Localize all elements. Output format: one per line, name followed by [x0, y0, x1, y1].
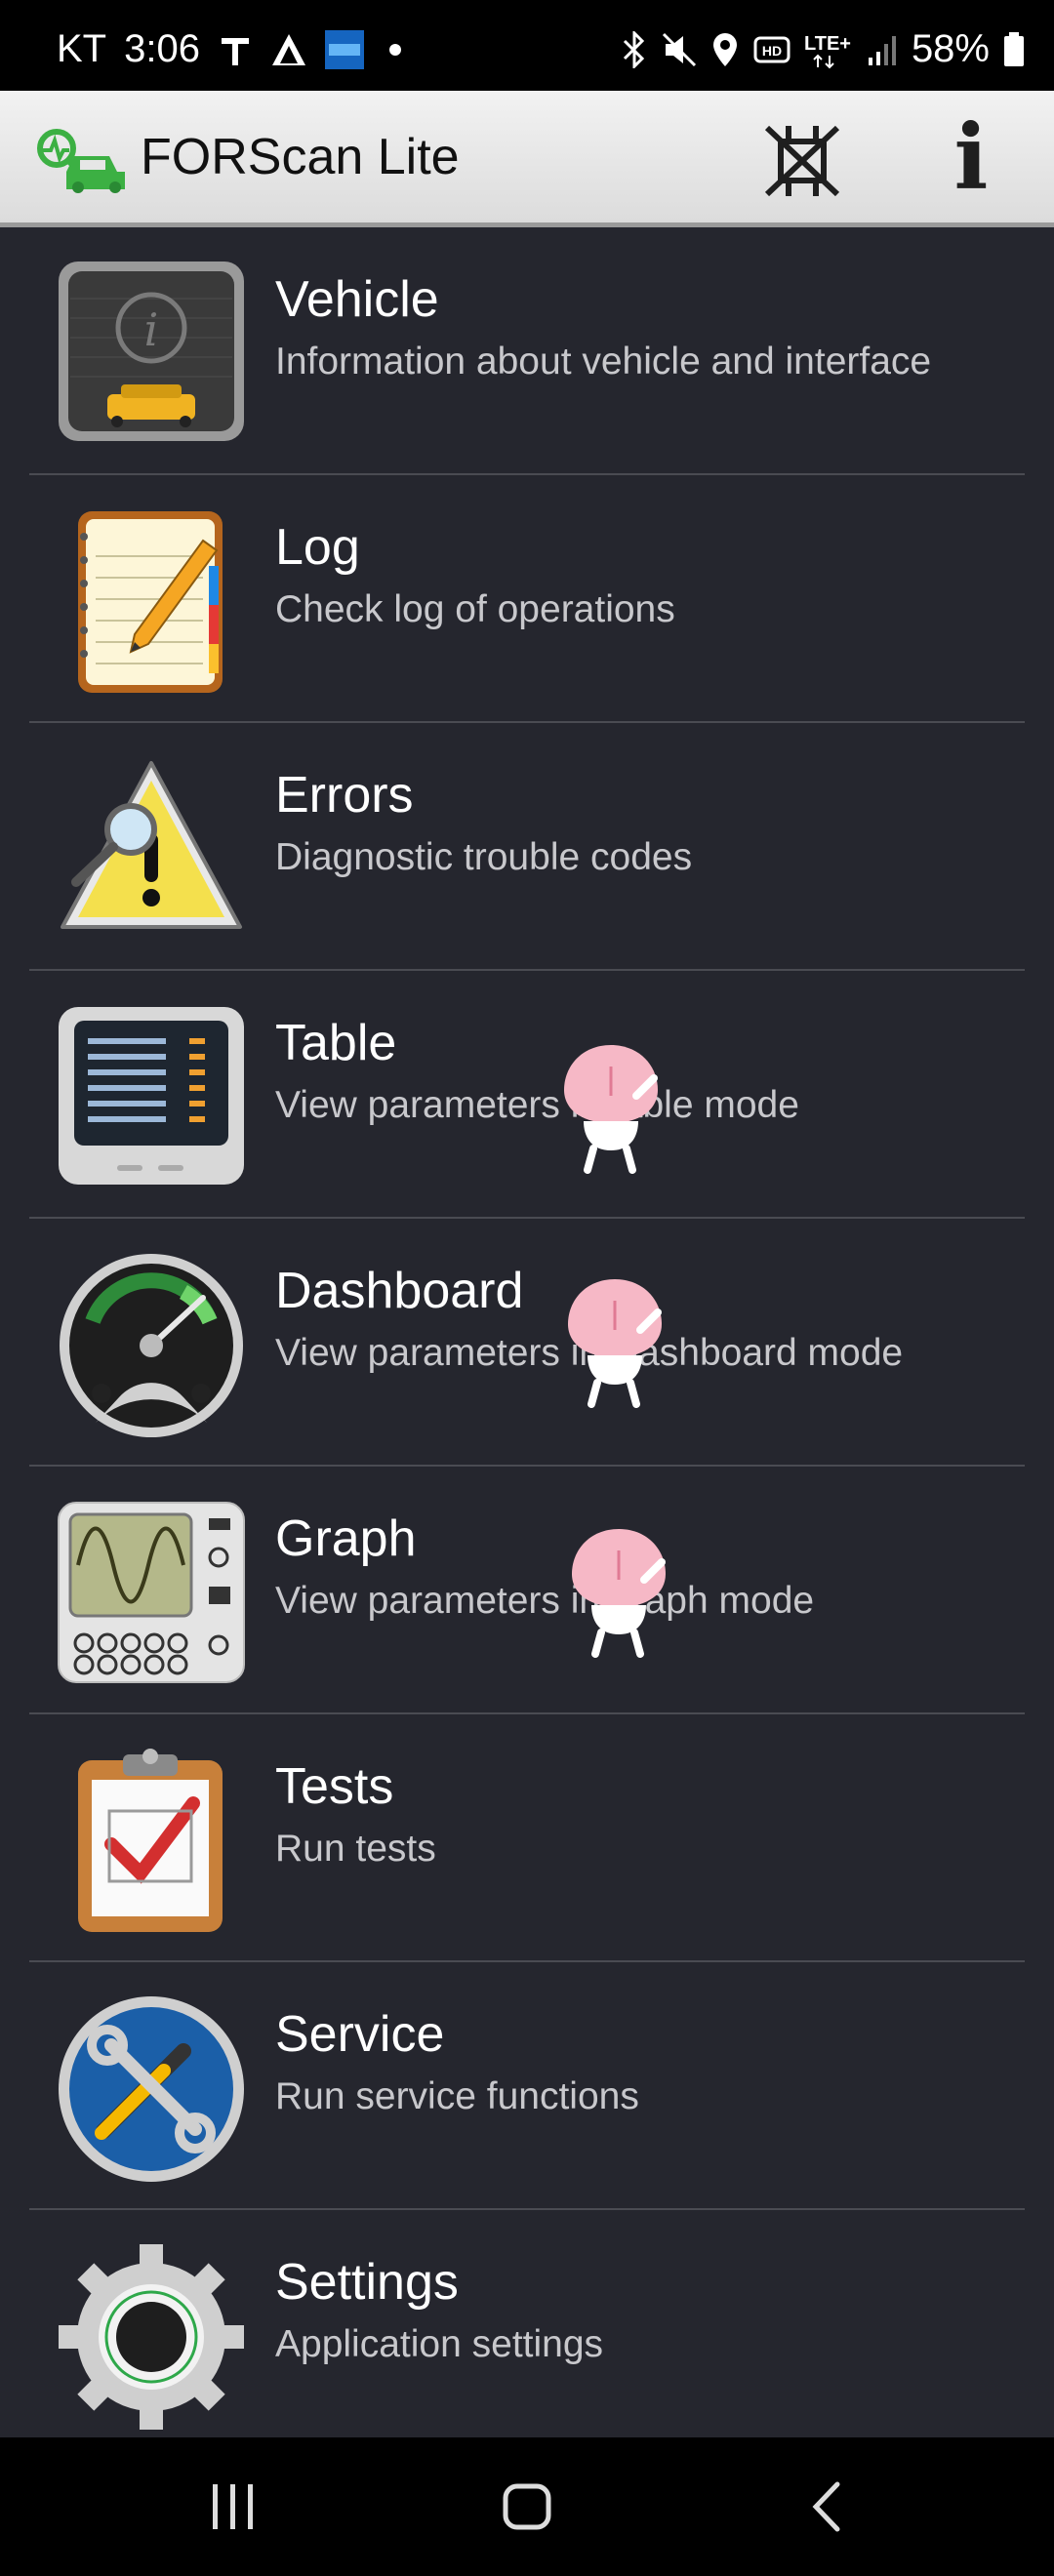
main-menu: i Vehicle Information about vehicle and …: [0, 227, 1054, 2437]
menu-item-vehicle[interactable]: i Vehicle Information about vehicle and …: [29, 227, 1025, 475]
menu-item-subtitle: Application settings: [275, 2323, 604, 2365]
info-icon[interactable]: i: [942, 108, 1000, 206]
menu-item-title: Service: [275, 2006, 445, 2063]
home-icon[interactable]: [502, 2476, 552, 2537]
navigation-bar: [0, 2437, 1054, 2576]
menu-item-title: Tests: [275, 1758, 394, 1815]
gauge-icon: [57, 1251, 246, 1437]
vehicle-info-icon: i: [57, 260, 246, 445]
menu-item-title: Settings: [275, 2254, 459, 2311]
menu-item-subtitle: Check log of operations: [275, 588, 675, 630]
menu-item-subtitle: Diagnostic trouble codes: [275, 836, 693, 878]
app-bar: FORScan Lite i: [0, 91, 1054, 227]
wrench-screwdriver-icon: [57, 1994, 246, 2182]
menu-item-dashboard[interactable]: Dashboard View parameters in Dashboard m…: [29, 1219, 1025, 1467]
svg-text:LTE+: LTE+: [804, 33, 851, 55]
menu-item-graph[interactable]: Graph View parameters in graph mode: [29, 1467, 1025, 1714]
carrier-label: KT: [57, 27, 107, 70]
lte-icon: LTE+: [804, 30, 855, 69]
menu-item-title: Dashboard: [275, 1263, 524, 1319]
mute-icon: [662, 32, 697, 67]
clock: 3:06: [124, 27, 200, 70]
peach-sticker-icon: [558, 1271, 671, 1413]
status-bar: KT 3:06 HD LTE+ 58%: [0, 0, 1054, 91]
monitor-table-icon: [57, 1003, 246, 1188]
battery-percent: 58%: [911, 27, 990, 70]
warning-magnifier-icon: [57, 755, 246, 941]
menu-item-subtitle: View parameters in graph mode: [275, 1580, 815, 1622]
menu-item-subtitle: Information about vehicle and interface: [275, 341, 932, 382]
signal-icon: [868, 34, 898, 65]
navigation-icon: [270, 32, 307, 67]
svg-text:HD: HD: [762, 43, 782, 59]
menu-item-tests[interactable]: Tests Run tests: [29, 1714, 1025, 1962]
app-title: FORScan Lite: [141, 129, 460, 185]
peach-sticker-icon: [554, 1037, 668, 1179]
menu-item-subtitle: Run service functions: [275, 2075, 639, 2117]
gear-icon: [57, 2242, 246, 2430]
menu-item-service[interactable]: Service Run service functions: [29, 1962, 1025, 2210]
battery-icon: [1003, 31, 1025, 67]
menu-item-subtitle: View parameters in table mode: [275, 1084, 799, 1126]
status-right: HD LTE+ 58%: [621, 27, 1025, 71]
menu-item-title: Log: [275, 519, 360, 576]
forscan-logo-icon: [33, 125, 131, 198]
menu-item-title: Table: [275, 1015, 397, 1071]
menu-item-settings[interactable]: Settings Application settings: [29, 2210, 1025, 2437]
t-icon: [218, 32, 253, 67]
menu-item-title: Errors: [275, 767, 414, 824]
menu-item-table[interactable]: Table View parameters in table mode: [29, 971, 1025, 1219]
notepad-icon: [57, 507, 246, 693]
svg-text:i: i: [144, 303, 159, 356]
oscilloscope-icon: [57, 1499, 246, 1684]
menu-item-title: Vehicle: [275, 271, 439, 328]
connect-icon[interactable]: [763, 122, 841, 200]
menu-item-title: Graph: [275, 1510, 417, 1567]
clipboard-check-icon: [57, 1747, 246, 1932]
app-notification-icon: [324, 29, 364, 69]
hd-voice-icon: HD: [753, 34, 790, 65]
more-notifications-dot: [388, 43, 401, 56]
bluetooth-icon: [621, 30, 648, 68]
peach-sticker-icon: [562, 1521, 675, 1663]
menu-item-subtitle: Run tests: [275, 1828, 436, 1870]
menu-item-errors[interactable]: Errors Diagnostic trouble codes: [29, 723, 1025, 971]
location-icon: [710, 31, 740, 68]
status-left: KT 3:06: [57, 27, 401, 71]
menu-item-log[interactable]: Log Check log of operations: [29, 475, 1025, 723]
recent-apps-icon[interactable]: [209, 2476, 258, 2537]
back-icon[interactable]: [808, 2476, 847, 2537]
